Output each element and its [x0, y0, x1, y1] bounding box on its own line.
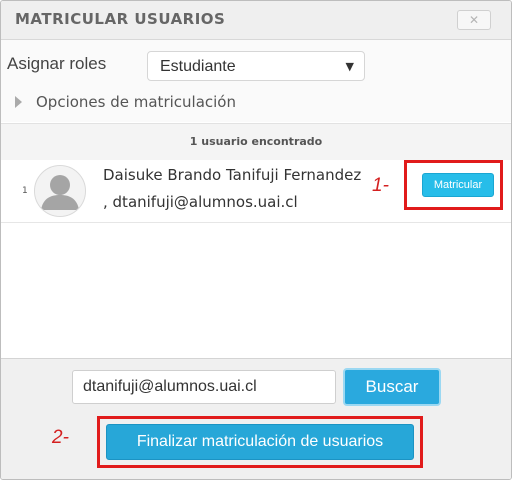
step2-annotation: 2- — [52, 427, 69, 448]
results-count: 1 usuario encontrado — [1, 123, 511, 161]
role-select-value: Estudiante — [160, 58, 236, 75]
search-input[interactable]: dtanifuji@alumnos.uai.cl — [72, 370, 336, 404]
assign-roles-label: Asignar roles — [7, 54, 107, 73]
step2-highlight-box — [97, 416, 423, 468]
enrol-options-panel: Asignar roles Estudiante ▼ Opciones de m… — [1, 40, 511, 122]
enrol-options-label: Opciones de matriculación — [36, 93, 236, 111]
user-avatar-icon — [34, 165, 86, 217]
close-icon[interactable]: ✕ — [457, 10, 491, 30]
step1-highlight-box — [404, 160, 503, 210]
search-button[interactable]: Buscar — [343, 368, 441, 406]
user-name: Daisuke Brando Tanifuji Fernandez — [103, 166, 362, 184]
row-index: 1 — [22, 186, 28, 196]
dialog-titlebar: MATRICULAR USUARIOS ✕ — [1, 1, 511, 40]
enrol-users-dialog: MATRICULAR USUARIOS ✕ Asignar roles Estu… — [0, 0, 512, 480]
triangle-right-icon — [15, 96, 22, 108]
user-email: , dtanifuji@alumnos.uai.cl — [103, 193, 298, 211]
dialog-title: MATRICULAR USUARIOS — [15, 10, 226, 28]
role-select[interactable]: Estudiante ▼ — [147, 51, 365, 81]
step1-annotation: 1- — [372, 175, 389, 196]
caret-down-icon: ▼ — [345, 60, 354, 73]
enrol-options-toggle[interactable]: Opciones de matriculación — [15, 93, 236, 111]
